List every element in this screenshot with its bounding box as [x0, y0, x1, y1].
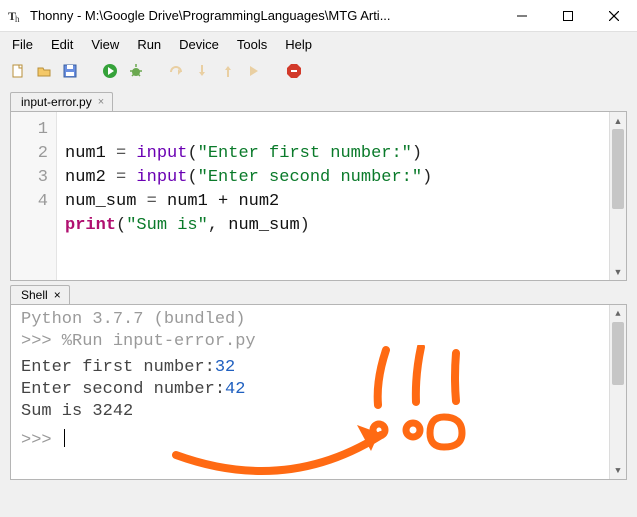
close-button[interactable] [591, 0, 637, 32]
editor-scrollbar[interactable]: ▲ ▼ [609, 112, 626, 280]
shell-scrollbar[interactable]: ▲ ▼ [609, 305, 626, 479]
step-over-icon[interactable] [166, 61, 186, 81]
window-titlebar: Th Thonny - M:\Google Drive\ProgrammingL… [0, 0, 637, 32]
shell-panel: Shell × Python 3.7.7 (bundled) >>> %Run … [10, 285, 627, 480]
maximize-button[interactable] [545, 0, 591, 32]
debug-icon[interactable] [126, 61, 146, 81]
open-file-icon[interactable] [34, 61, 54, 81]
shell-output-line: Sum is 3242 [21, 401, 620, 423]
toolbar [0, 56, 637, 86]
save-icon[interactable] [60, 61, 80, 81]
cursor-icon [64, 429, 65, 447]
scroll-up-icon[interactable]: ▲ [610, 305, 626, 322]
shell-output[interactable]: Python 3.7.7 (bundled) >>> %Run input-er… [10, 304, 627, 480]
shell-prompt[interactable]: >>> [21, 429, 620, 452]
close-tab-icon[interactable]: × [54, 288, 61, 302]
menu-bar: File Edit View Run Device Tools Help [0, 32, 637, 56]
shell-io-line: Enter first number:32 [21, 357, 620, 379]
scroll-thumb[interactable] [612, 322, 624, 385]
svg-text:h: h [15, 14, 20, 24]
run-icon[interactable] [100, 61, 120, 81]
line-number: 4 [11, 190, 48, 214]
editor-panel: input-error.py × 1 2 3 4 num1 = input("E… [10, 92, 627, 281]
menu-tools[interactable]: Tools [229, 35, 275, 54]
menu-help[interactable]: Help [277, 35, 320, 54]
line-number: 1 [11, 118, 48, 142]
app-icon: Th [8, 8, 24, 24]
scroll-thumb[interactable] [612, 129, 624, 209]
menu-run[interactable]: Run [129, 35, 169, 54]
step-out-icon[interactable] [218, 61, 238, 81]
line-gutter: 1 2 3 4 [11, 112, 57, 280]
shell-tab-label: Shell [21, 288, 48, 302]
resume-icon[interactable] [244, 61, 264, 81]
menu-edit[interactable]: Edit [43, 35, 81, 54]
shell-banner: Python 3.7.7 (bundled) [21, 309, 620, 331]
code-area[interactable]: num1 = input("Enter first number:") num2… [57, 112, 440, 280]
code-editor[interactable]: 1 2 3 4 num1 = input("Enter first number… [10, 111, 627, 281]
step-into-icon[interactable] [192, 61, 212, 81]
menu-file[interactable]: File [4, 35, 41, 54]
close-tab-icon[interactable]: × [98, 96, 104, 108]
editor-tab-label: input-error.py [21, 95, 92, 109]
shell-run-line: >>> %Run input-error.py [21, 331, 620, 353]
editor-tab[interactable]: input-error.py × [10, 92, 113, 111]
menu-view[interactable]: View [83, 35, 127, 54]
shell-io-line: Enter second number:42 [21, 379, 620, 401]
new-file-icon[interactable] [8, 61, 28, 81]
line-number: 2 [11, 142, 48, 166]
minimize-button[interactable] [499, 0, 545, 32]
line-number: 3 [11, 166, 48, 190]
stop-icon[interactable] [284, 61, 304, 81]
window-title: Thonny - M:\Google Drive\ProgrammingLang… [30, 8, 391, 23]
menu-device[interactable]: Device [171, 35, 227, 54]
scroll-down-icon[interactable]: ▼ [610, 263, 626, 280]
scroll-down-icon[interactable]: ▼ [610, 462, 626, 479]
scroll-up-icon[interactable]: ▲ [610, 112, 626, 129]
shell-tab[interactable]: Shell × [10, 285, 70, 304]
